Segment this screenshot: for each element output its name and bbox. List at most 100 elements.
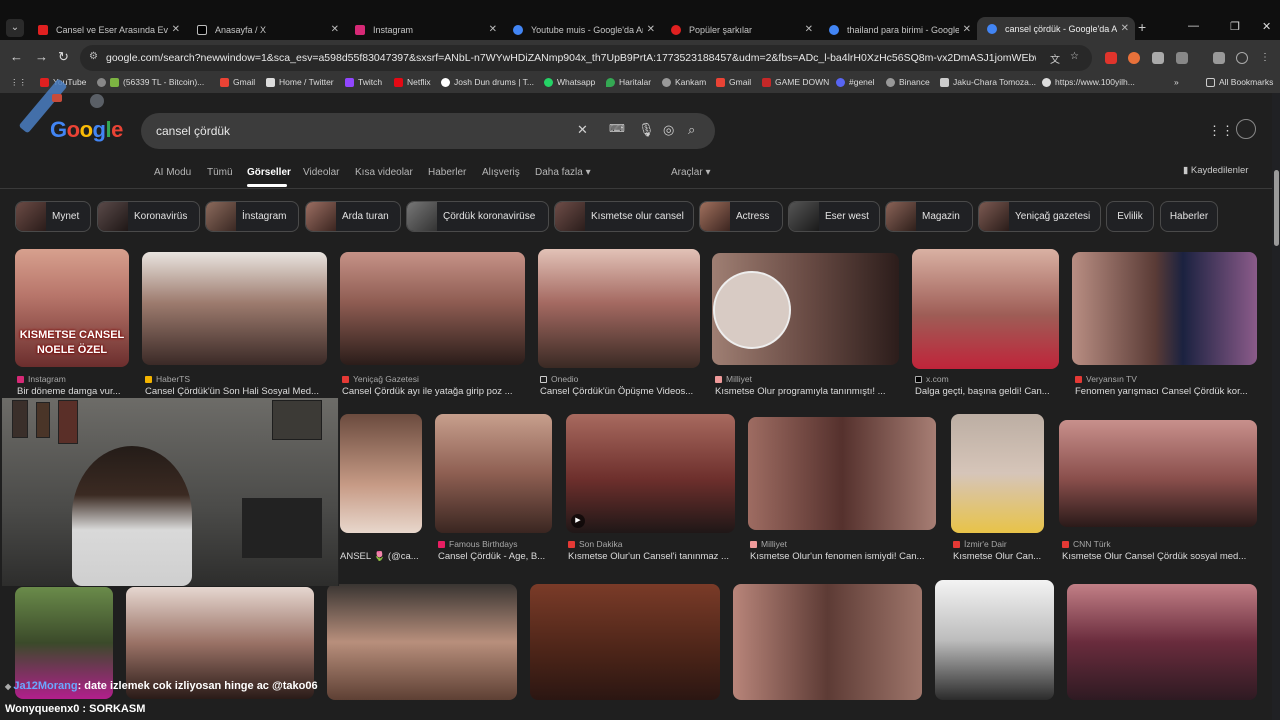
image-caption[interactable]: Cansel Çördük ayı ile yatağa girip poz .… xyxy=(342,386,532,397)
back-icon[interactable]: ← xyxy=(10,49,23,64)
tab-images[interactable]: Görseller xyxy=(247,167,291,178)
keyboard-icon[interactable]: ⌨ xyxy=(609,122,625,135)
clear-icon[interactable]: ✕ xyxy=(577,122,588,138)
account-avatar[interactable] xyxy=(1236,119,1256,139)
close-icon[interactable]: ✕ xyxy=(647,24,655,35)
image-result[interactable] xyxy=(935,580,1054,700)
chip-evlilik[interactable]: Evlilik xyxy=(1106,201,1154,232)
image-caption[interactable]: Fenomen yarışmacı Cansel Çördük kor... xyxy=(1075,386,1260,397)
bookmark-genel[interactable]: #genel xyxy=(836,77,875,87)
image-caption[interactable]: Kısmetse Olur'un fenomen ismiydi! Can... xyxy=(750,551,940,562)
bookmark-josh-dun[interactable]: Josh Dun drums | T... xyxy=(441,77,534,87)
bookmark-100yil[interactable]: https://www.100yilh... xyxy=(1042,77,1135,87)
image-caption[interactable]: Cansel Çördük'ün Son Hali Sosyal Med... xyxy=(145,386,330,397)
tab-instagram[interactable]: Instagram ✕ xyxy=(345,19,503,40)
bookmark-binance[interactable]: Binance xyxy=(886,77,930,87)
chip-yenicag-gazetesi[interactable]: Yeniçağ gazetesi xyxy=(978,201,1101,232)
minimize-icon[interactable]: — xyxy=(1188,20,1199,32)
close-icon[interactable]: ✕ xyxy=(1121,23,1129,34)
image-source[interactable]: CNN Türk xyxy=(1062,539,1111,549)
image-source[interactable]: Veryansın TV xyxy=(1075,374,1137,384)
close-icon[interactable]: ✕ xyxy=(963,24,971,35)
chip-instagram[interactable]: İnstagram xyxy=(205,201,299,232)
close-icon[interactable]: ✕ xyxy=(331,24,339,35)
image-result[interactable] xyxy=(340,414,422,533)
chip-arda-turan[interactable]: Arda turan xyxy=(305,201,401,232)
reload-icon[interactable]: ↻ xyxy=(58,49,69,65)
maximize-icon[interactable]: ❐ xyxy=(1230,20,1240,33)
tab-videos[interactable]: Videolar xyxy=(303,167,340,178)
chip-haberler[interactable]: Haberler xyxy=(1160,201,1218,232)
image-caption[interactable]: Kısmetse Olur'un Cansel'i tanınmaz ... xyxy=(568,551,738,562)
bookmark-twitter[interactable]: Home / Twitter xyxy=(266,77,334,87)
image-result[interactable] xyxy=(951,414,1044,533)
image-caption[interactable]: Kısmetse Olur programıyla tanınmıştı! ..… xyxy=(715,386,900,397)
tab-populer-sarkilar[interactable]: Popüler şarkılar ✕ xyxy=(661,19,819,40)
bookmark-gmail-2[interactable]: Gmail xyxy=(716,77,751,87)
new-tab-button[interactable]: + xyxy=(1138,19,1146,35)
bookmark-whatsapp[interactable]: Whatsapp xyxy=(544,77,595,87)
bookmark-jaku-chara[interactable]: Jaku-Chara Tomoza... xyxy=(940,77,1036,87)
apps-icon[interactable]: ⋮⋮ xyxy=(10,77,27,88)
image-source[interactable]: x.com xyxy=(915,374,949,384)
image-result[interactable] xyxy=(340,252,525,365)
forward-icon[interactable]: → xyxy=(35,49,48,64)
search-box[interactable]: cansel çördük ✕ ⌨ 🎙 ◎ ⌕ xyxy=(141,113,715,149)
chip-koronavirus[interactable]: Koronavirüs xyxy=(97,201,200,232)
bookmark-twitch[interactable]: Twitch xyxy=(345,77,382,87)
chip-mynet[interactable]: Mynet xyxy=(15,201,91,232)
extension-icon[interactable] xyxy=(1105,52,1117,64)
bookmark-kankam[interactable]: Kankam xyxy=(662,77,706,87)
google-logo[interactable]: Google xyxy=(50,117,123,143)
chip-actress[interactable]: Actress xyxy=(699,201,783,232)
close-icon[interactable]: ✕ xyxy=(489,24,497,35)
bookmark-netflix[interactable]: Netflix xyxy=(394,77,431,87)
extensions-puzzle-icon[interactable] xyxy=(1176,52,1188,64)
image-result[interactable]: ▶ xyxy=(566,414,735,533)
image-source[interactable]: Instagram xyxy=(17,374,66,384)
tab-short-videos[interactable]: Kısa videolar xyxy=(355,167,413,178)
image-result[interactable] xyxy=(712,253,899,365)
tab-more[interactable]: Daha fazla ▾ xyxy=(535,167,591,178)
profile-icon[interactable] xyxy=(1236,52,1248,64)
image-source[interactable]: Famous Birthdays xyxy=(438,539,518,549)
close-window-icon[interactable]: ✕ xyxy=(1262,20,1271,33)
tab-ai-mode[interactable]: AI Modu xyxy=(154,167,191,178)
image-source[interactable]: Son Dakika xyxy=(568,539,622,549)
image-result[interactable] xyxy=(142,252,327,365)
image-source[interactable]: HaberTS xyxy=(145,374,190,384)
bookmark-game-down[interactable]: GAME DOWN xyxy=(762,77,829,87)
media-icon[interactable] xyxy=(1213,52,1225,64)
translate-icon[interactable]: 文 xyxy=(1050,51,1060,66)
scrollbar-thumb[interactable] xyxy=(1274,170,1279,246)
menu-icon[interactable]: ⋮ xyxy=(1260,52,1272,64)
tab-youtube-muis[interactable]: Youtube muis - Google'da Ara ✕ xyxy=(503,19,661,40)
extension-icon[interactable] xyxy=(1128,52,1140,64)
image-source[interactable]: Yeniçağ Gazetesi xyxy=(342,374,419,384)
bookmark-gmail[interactable]: Gmail xyxy=(220,77,255,87)
chip-eser-west[interactable]: Eser west xyxy=(788,201,880,232)
image-caption[interactable]: Cansel Çördük - Age, B... xyxy=(438,551,553,562)
image-caption[interactable]: Kısmetse Olur Cansel Çördük sosyal med..… xyxy=(1062,551,1258,562)
image-result[interactable] xyxy=(327,584,517,700)
url-text[interactable]: google.com/search?newwindow=1&sca_esv=a5… xyxy=(106,52,1036,64)
image-result[interactable] xyxy=(538,249,700,368)
tab-thailand[interactable]: thailand para birimi - Google'd ✕ xyxy=(819,19,977,40)
image-result[interactable] xyxy=(1059,420,1257,527)
image-result[interactable] xyxy=(748,417,936,530)
image-result[interactable] xyxy=(1067,584,1257,700)
tab-news[interactable]: Haberler xyxy=(428,167,466,178)
image-caption[interactable]: ANSEL 🌷 (@ca... xyxy=(340,551,430,562)
image-source[interactable]: Milliyet xyxy=(715,374,752,384)
search-icon[interactable]: ⌕ xyxy=(688,122,695,138)
search-input[interactable]: cansel çördük xyxy=(156,124,230,138)
extension-icon[interactable] xyxy=(1152,52,1164,64)
chip-cordek-koronaviruse[interactable]: Çördük koronavirüse xyxy=(406,201,549,232)
image-result[interactable]: KISMETSE CANSEL NOELE ÖZEL xyxy=(15,249,129,367)
more-bookmarks-icon[interactable]: » xyxy=(1174,77,1179,87)
site-info-icon[interactable]: ⚙ xyxy=(89,51,98,62)
tab-all[interactable]: Tümü xyxy=(207,167,233,178)
google-apps-icon[interactable]: ⋮⋮ xyxy=(1208,123,1234,139)
microphone-icon[interactable]: 🎙 xyxy=(638,122,655,138)
image-caption[interactable]: Dalga geçti, başına geldi! Can... xyxy=(915,386,1063,397)
